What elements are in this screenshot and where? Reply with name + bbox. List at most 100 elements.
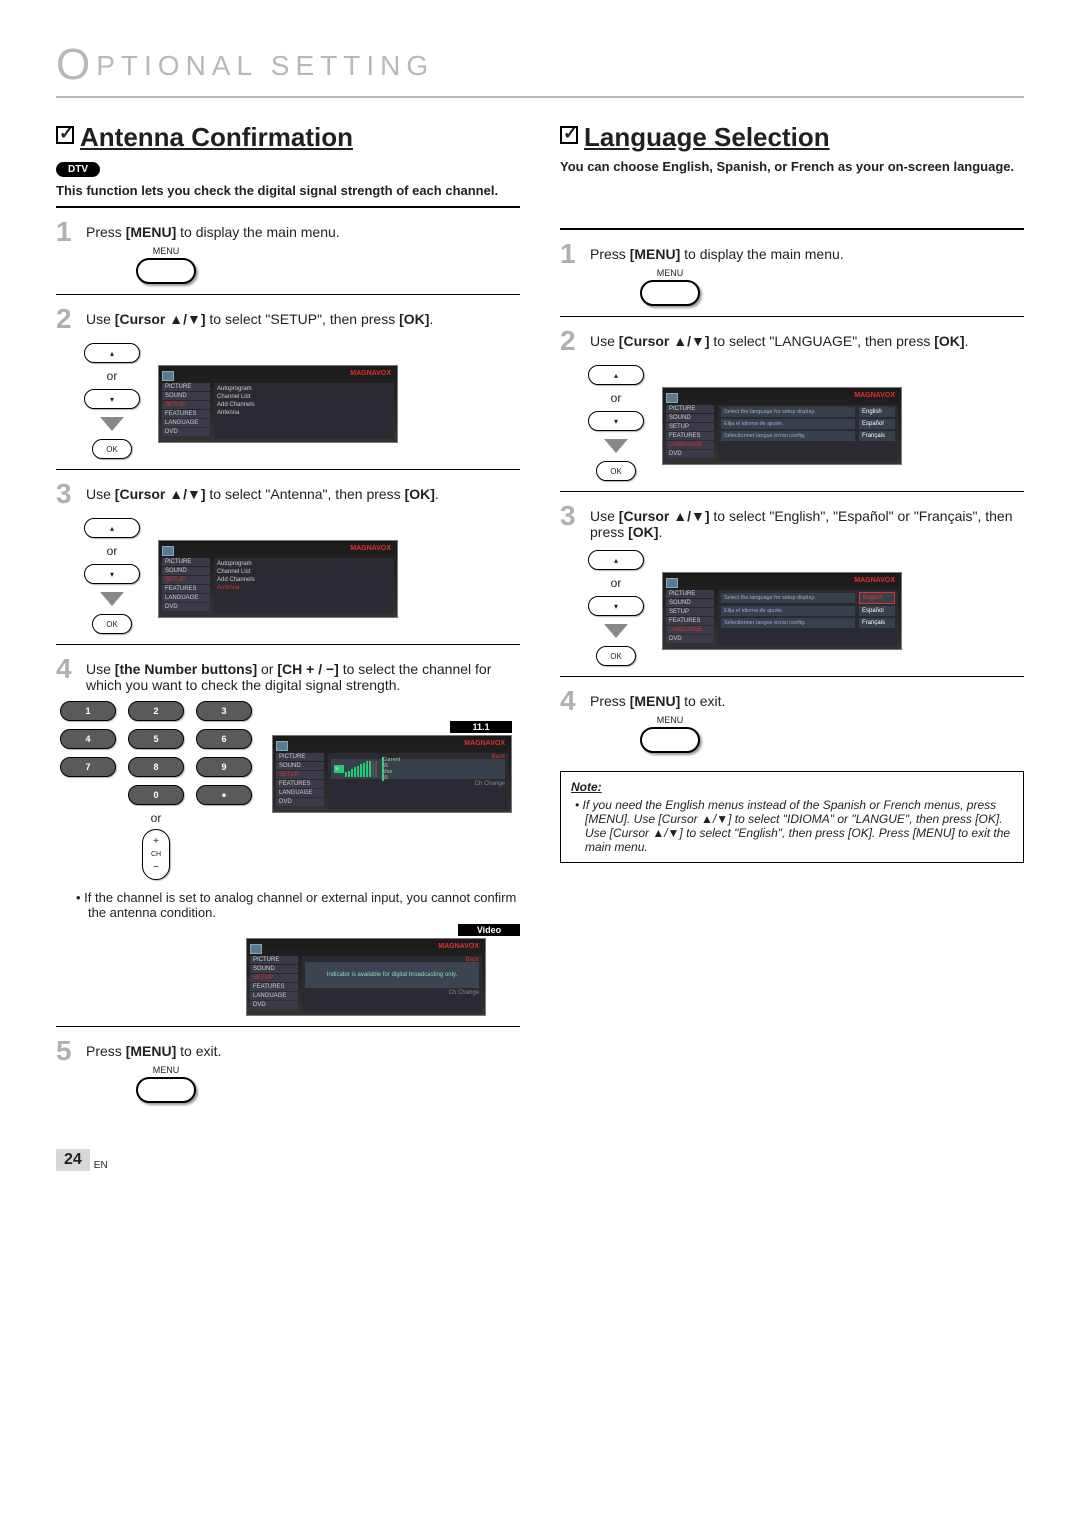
ch-label: CH <box>151 851 161 858</box>
tv-screen-video: MAGNAVOX PICTURE SOUND SETUP FEATURES LA… <box>246 938 486 1016</box>
row: Antenna <box>217 409 391 417</box>
brand: MAGNAVOX <box>350 370 391 377</box>
cursor-remote: ▴ or ▾ OK <box>588 365 644 481</box>
chevron-down-icon <box>100 592 124 606</box>
down-button-icon: ▾ <box>84 389 140 409</box>
step-4: 4 Press [MENU] to exit. MENU <box>560 687 1024 753</box>
up-button-icon: ▴ <box>84 518 140 538</box>
minus-icon: − <box>153 862 159 873</box>
section-title-language: Language Selection <box>560 122 1024 153</box>
number-keypad: 1 2 3 4 5 6 7 8 9 0 • <box>60 701 252 805</box>
page-lang: EN <box>94 1160 108 1171</box>
step-num: 3 <box>560 502 584 540</box>
t: [CH + / −] <box>277 661 338 677</box>
antenna-icon: ✶ <box>334 765 344 773</box>
num-5-button: 5 <box>128 729 184 749</box>
num-7-button: 7 <box>60 757 116 777</box>
rule <box>560 491 1024 492</box>
rule <box>560 316 1024 317</box>
tv-side: PICTURE SOUND SETUP FEATURES LANGUAGE DV… <box>276 753 324 809</box>
desc: Elija el idioma de ajuste. <box>721 606 855 616</box>
t: [MENU] <box>126 224 177 240</box>
footer: Ch Change <box>331 779 505 787</box>
rule <box>56 1026 520 1027</box>
t: to select "Antenna", then press <box>206 486 405 502</box>
t: [OK] <box>399 311 429 327</box>
t: If you need the English menus instead of… <box>583 798 1011 854</box>
side-item: DVD <box>162 428 210 436</box>
opt: English <box>859 592 895 604</box>
page-number: 24 <box>56 1149 90 1171</box>
chevron-down-icon <box>100 417 124 431</box>
t: Use <box>590 508 619 524</box>
down-button-icon: ▾ <box>588 596 644 616</box>
brand: MAGNAVOX <box>854 392 895 399</box>
num-3-button: 3 <box>196 701 252 721</box>
step-5: 5 Press [MENU] to exit. MENU <box>56 1037 520 1103</box>
step-num: 5 <box>56 1037 80 1103</box>
step-body: Use [the Number buttons] or [CH + / −] t… <box>86 655 520 693</box>
step-1: 1 Press [MENU] to display the main menu.… <box>560 240 1024 306</box>
tv-screen-language: MAGNAVOX PICTURE SOUND SETUP FEATURES LA… <box>662 387 902 465</box>
t: [Cursor ▲/▼] <box>619 333 710 349</box>
channel-tag: 11.1 <box>450 721 512 733</box>
ok-button-icon: OK <box>92 439 132 459</box>
chevron-down-icon <box>604 439 628 453</box>
opt: English <box>859 407 895 417</box>
t: [Cursor ▲/▼] <box>619 508 710 524</box>
side-item: LANGUAGE <box>666 626 714 634</box>
t: Press <box>86 224 126 240</box>
side-item: PICTURE <box>162 558 210 566</box>
t: Use <box>86 661 115 677</box>
t: to select "LANGUAGE", then press <box>710 333 935 349</box>
step-2: 2 Use [Cursor ▲/▼] to select "LANGUAGE",… <box>560 327 1024 355</box>
tv-main: Autoprogram Channel List Add Channels An… <box>214 558 394 614</box>
ok-button-icon: OK <box>92 614 132 634</box>
t: [OK] <box>628 524 658 540</box>
tv-icon <box>666 578 678 588</box>
ch-rocker: + CH − <box>142 829 170 880</box>
step-body: Press [MENU] to exit. MENU <box>86 1037 520 1103</box>
note-box: Note: • If you need the English menus in… <box>560 771 1024 863</box>
t: . <box>965 333 969 349</box>
tv-icon <box>162 371 174 381</box>
down-button-icon: ▾ <box>588 411 644 431</box>
side-item: DVD <box>162 603 210 611</box>
step-num: 1 <box>560 240 584 306</box>
side-item: SOUND <box>162 567 210 575</box>
or-label: or <box>107 369 118 383</box>
side-item: SETUP <box>162 576 210 584</box>
menu-button-icon <box>136 1077 196 1103</box>
bullet-note: • If the channel is set to analog channe… <box>76 890 520 920</box>
side-item: DVD <box>276 798 324 806</box>
num-2-button: 2 <box>128 701 184 721</box>
t: to display the main menu. <box>680 246 843 262</box>
title-text: Language Selection <box>584 122 830 152</box>
step-body: Use [Cursor ▲/▼] to select "English", "E… <box>590 502 1024 540</box>
tv-side: PICTURE SOUND SETUP FEATURES LANGUAGE DV… <box>162 383 210 439</box>
signal-stats: Current 55 Max 55 <box>382 757 384 781</box>
brand: MAGNAVOX <box>438 943 479 950</box>
step-num: 2 <box>560 327 584 355</box>
rule <box>56 294 520 295</box>
t: Press <box>590 246 630 262</box>
t: . <box>435 486 439 502</box>
step-num: 2 <box>56 305 80 333</box>
t: [OK] <box>405 486 435 502</box>
t: . <box>429 311 433 327</box>
side-item: FEATURES <box>250 983 298 991</box>
or-label: or <box>107 544 118 558</box>
step-2: 2 Use [Cursor ▲/▼] to select "SETUP", th… <box>56 305 520 333</box>
menu-button-icon <box>640 280 700 306</box>
desc: Elija el idioma de ajuste. <box>721 419 855 429</box>
tv-main: Select the language for setup display.En… <box>718 590 898 646</box>
t: If the channel is set to analog channel … <box>84 890 516 920</box>
menu-label: MENU <box>136 246 196 256</box>
side-item: SOUND <box>666 599 714 607</box>
step-num: 3 <box>56 480 80 508</box>
ok-button-icon: OK <box>596 461 636 481</box>
rule <box>56 644 520 645</box>
brand: MAGNAVOX <box>464 740 505 747</box>
t: [Cursor ▲/▼] <box>115 486 206 502</box>
section-title-antenna: Antenna Confirmation <box>56 122 520 153</box>
